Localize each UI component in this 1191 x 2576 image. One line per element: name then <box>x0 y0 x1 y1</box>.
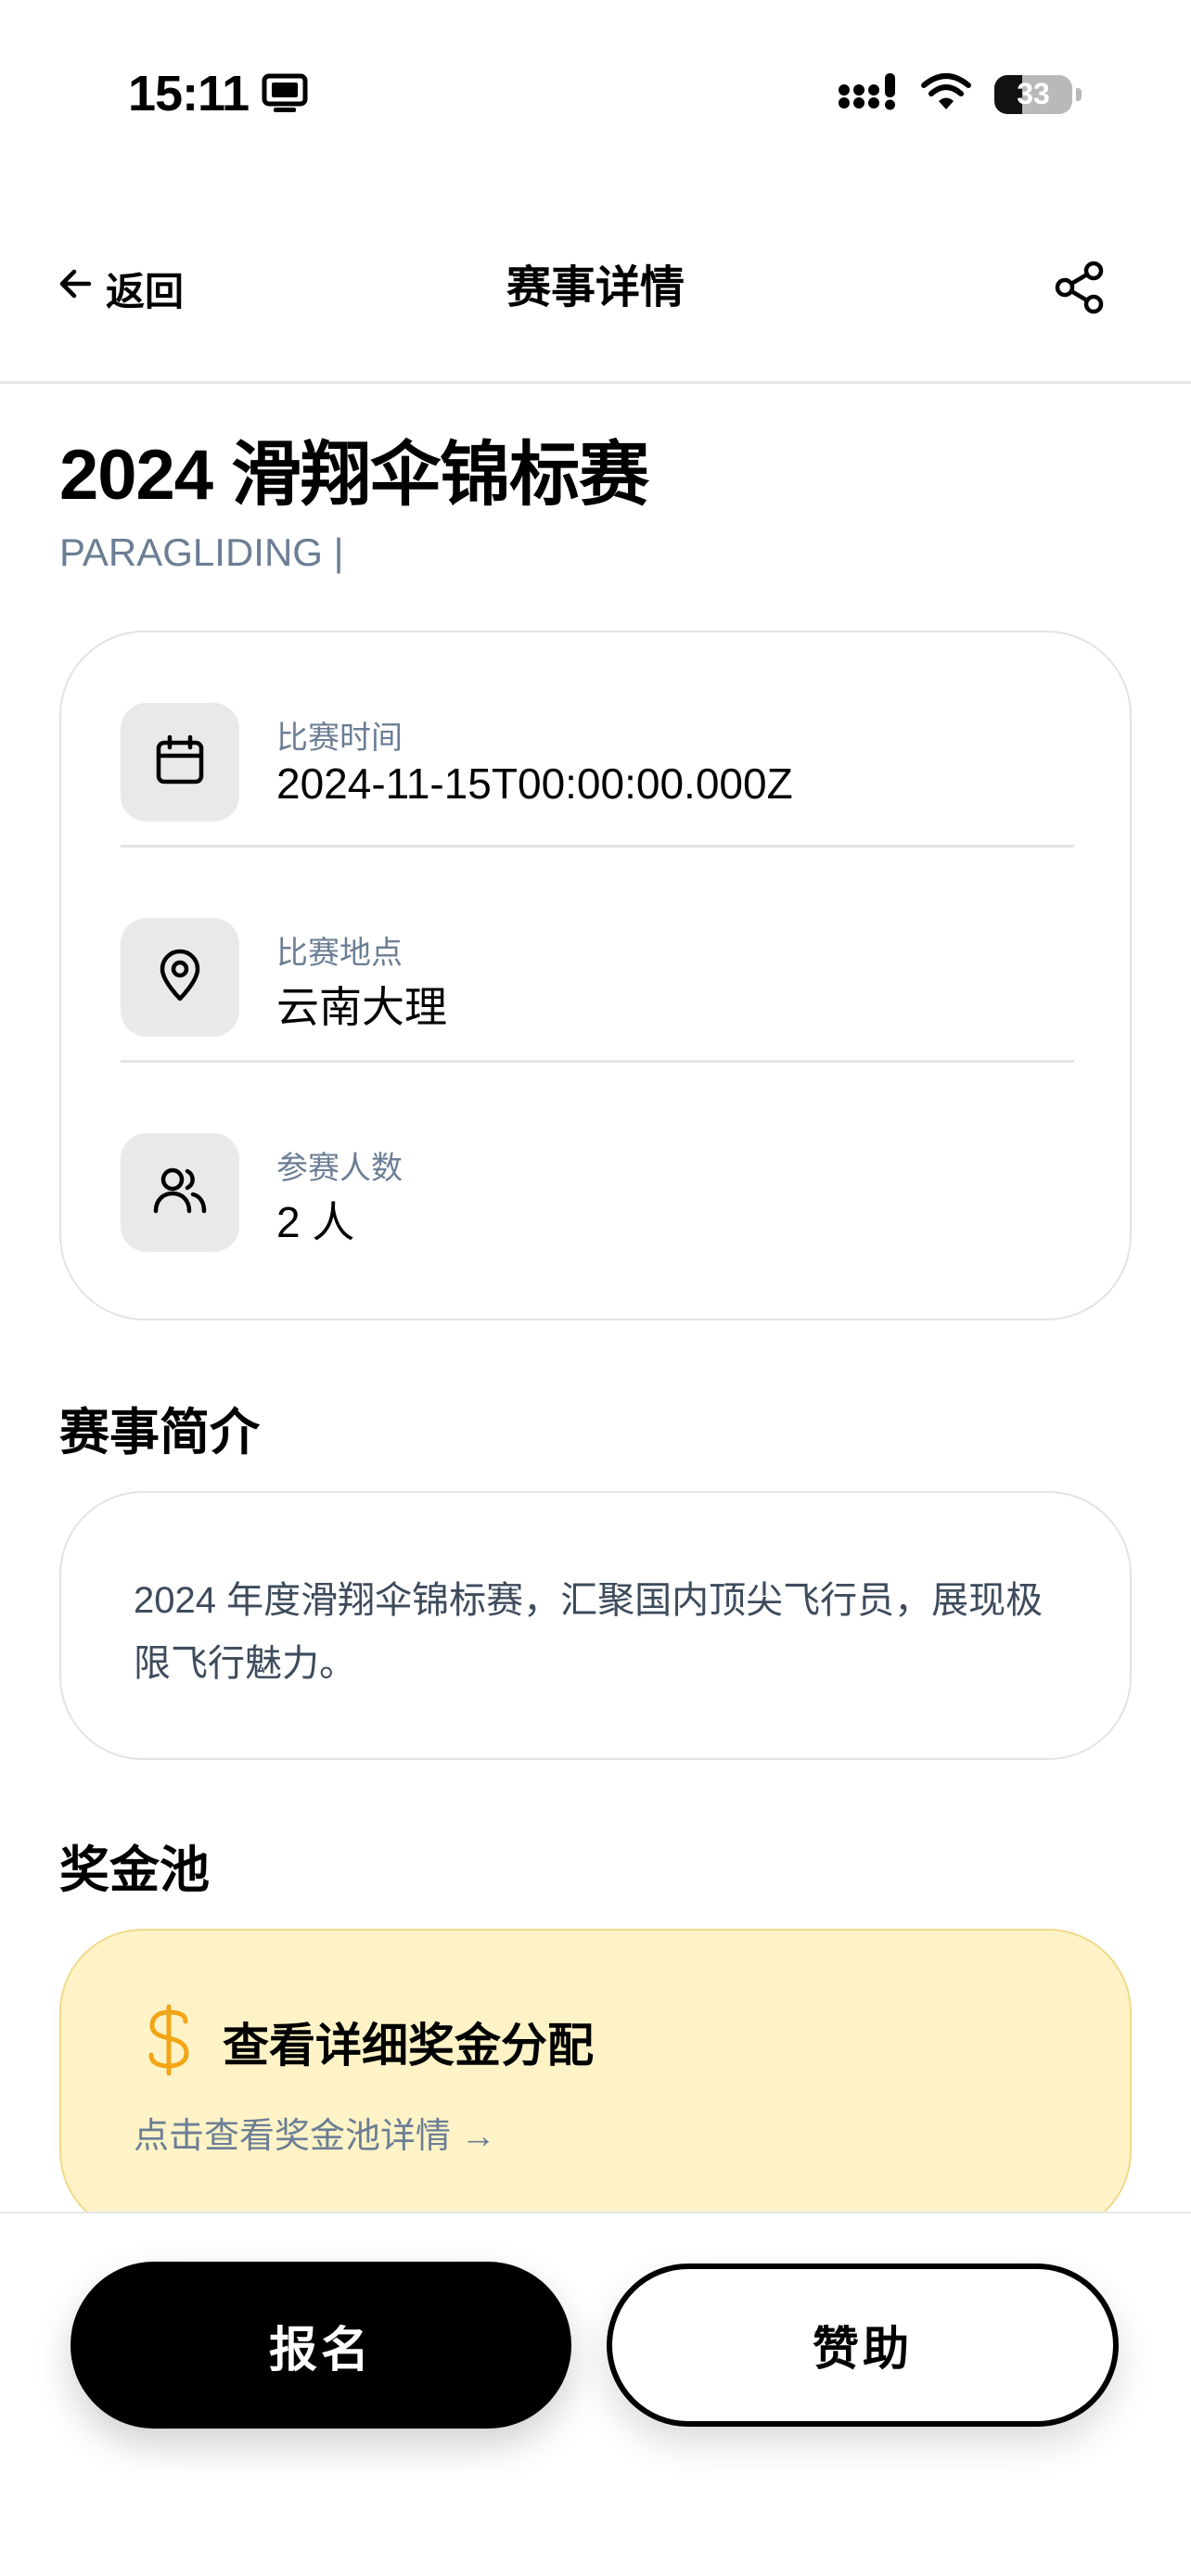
page-title: 赛事详情 <box>506 263 685 312</box>
date-value: 2024-11-15T00:00:00.000Z <box>276 759 793 808</box>
share-button[interactable] <box>1043 252 1117 326</box>
wifi-icon <box>920 72 972 116</box>
participants-value: 2 人 <box>276 1198 355 1246</box>
battery-level: 33 <box>1017 77 1050 110</box>
participants-label: 参赛人数 <box>276 1151 403 1186</box>
date-label: 比赛时间 <box>276 721 403 756</box>
event-info-card: 比赛时间 2024-11-15T00:00:00.000Z 比赛地点 云南大理 <box>59 631 1132 1320</box>
event-title: 2024 滑翔伞锦标赛 <box>59 436 649 515</box>
info-row-participants: 参赛人数 2 人 <box>121 1063 1074 1278</box>
location-value: 云南大理 <box>276 983 447 1031</box>
event-type: PARAGLIDING | <box>59 530 344 574</box>
event-detail-screen: 15:11 33 返回 赛事详情 2024 滑翔伞锦标赛 PARAGLIDING… <box>0 0 1191 2576</box>
screen-mirroring-icon <box>262 72 308 115</box>
status-time-group: 15:11 <box>128 65 308 122</box>
share-icon <box>1052 260 1108 320</box>
location-label: 比赛地点 <box>276 936 403 971</box>
status-indicators: 33 <box>839 72 1082 116</box>
map-pin-icon <box>152 948 208 1008</box>
date-icon-box <box>121 703 239 822</box>
signup-button[interactable]: 报名 <box>70 2262 571 2429</box>
sponsor-button[interactable]: 赞助 <box>607 2264 1119 2427</box>
dollar-icon <box>141 2003 197 2082</box>
prize-pool-card[interactable]: 查看详细奖金分配 点击查看奖金池详情 → <box>59 1929 1132 2235</box>
prize-detail-link[interactable]: 点击查看奖金池详情 → <box>134 2107 496 2158</box>
status-time: 15:11 <box>128 66 250 121</box>
status-bar: 15:11 33 <box>0 0 1191 185</box>
location-icon-box <box>121 918 239 1037</box>
calendar-icon <box>152 733 208 793</box>
description-section-title: 赛事简介 <box>59 1405 260 1460</box>
battery-indicator: 33 <box>994 74 1072 114</box>
battery-cap <box>1076 87 1082 101</box>
bottom-action-bar: 报名 赞助 <box>0 2212 1191 2576</box>
info-row-date: 比赛时间 2024-11-15T00:00:00.000Z <box>121 632 1074 848</box>
prize-card-header: 查看详细奖金分配 <box>141 1996 594 2088</box>
participants-icon-box <box>121 1133 239 1252</box>
users-icon <box>150 1163 210 1223</box>
nav-bar: 返回 赛事详情 <box>0 213 1191 384</box>
description-card: 2024 年度滑翔伞锦标赛，汇聚国内顶尖飞行员，展现极限飞行魅力。 <box>59 1491 1132 1760</box>
prize-section-title: 奖金池 <box>59 1843 210 1898</box>
description-text: 2024 年度滑翔伞锦标赛，汇聚国内顶尖飞行员，展现极限飞行魅力。 <box>134 1580 1044 1684</box>
cellular-signal-icon <box>839 73 898 115</box>
info-row-location: 比赛地点 云南大理 <box>121 848 1074 1063</box>
prize-card-title: 查看详细奖金分配 <box>223 2020 594 2072</box>
